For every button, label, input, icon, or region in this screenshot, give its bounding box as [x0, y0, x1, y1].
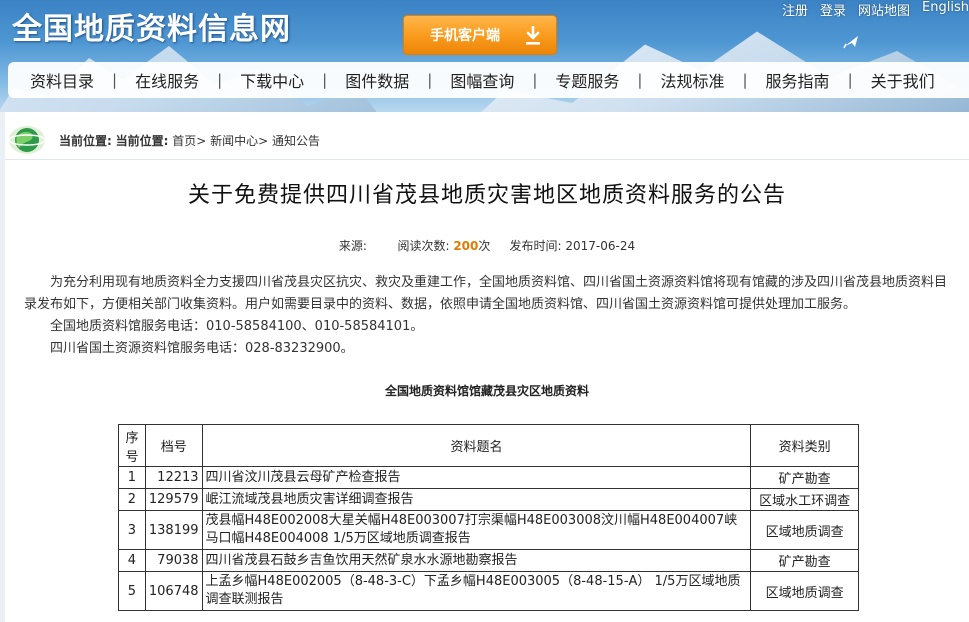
source-label: 来源: — [338, 239, 367, 253]
cell-id: 12213 — [144, 466, 203, 489]
reads-unit: 次 — [478, 239, 491, 253]
nav-item-download[interactable]: 下载中心 — [240, 68, 304, 92]
publish-date: 2017-06-24 — [565, 239, 636, 253]
col-header-title: 资料题名 — [201, 424, 752, 467]
cell-title: 四川省汶川茂县云母矿产检查报告 — [201, 466, 752, 489]
cell-type: 区域地质调查 — [750, 510, 859, 550]
nav-separator: | — [637, 71, 643, 89]
cell-id: 79038 — [144, 549, 203, 572]
table-row: 3 138199 茂县幅H48E002008大星关幅H48E003007打宗渠幅… — [118, 510, 859, 550]
nav-item-map-data[interactable]: 图件数据 — [345, 68, 409, 92]
article-paragraph: 为充分利用现有地质资料全力支援四川省茂县灾区抗灾、救灾及重建工作，全国地质资料馆… — [24, 275, 948, 312]
data-table: 序号 档号 资料题名 资料类别 1 12213 四川省汶川茂县云母矿产检查报告 … — [118, 424, 859, 611]
nav-item-online-service[interactable]: 在线服务 — [135, 68, 199, 92]
english-link[interactable]: English — [922, 0, 969, 18]
reads-count: 200 — [453, 239, 479, 253]
nav-item-about[interactable]: 关于我们 — [871, 68, 935, 92]
mobile-client-button[interactable]: 手机客户端 — [403, 15, 557, 55]
cell-no: 1 — [118, 466, 146, 489]
nav-separator: | — [112, 71, 118, 89]
breadcrumb: 当前位置: 当前位置: 首页> 新闻中心> 通知公告 — [59, 132, 320, 149]
main-nav: 资料目录 | 在线服务 | 下载中心 | 图件数据 | 图幅查询 | 专题服务 … — [8, 62, 969, 98]
cell-id: 138199 — [144, 510, 203, 550]
cell-no: 4 — [118, 549, 146, 572]
table-header-row: 序号 档号 资料题名 资料类别 — [118, 424, 859, 467]
sichuan-phone: 四川省国土资源资料馆服务电话：028-83232900。 — [50, 341, 354, 356]
nav-item-catalog[interactable]: 资料目录 — [30, 68, 94, 92]
col-header-no: 序号 — [118, 424, 146, 467]
breadcrumb-label-2: 当前位置: — [115, 134, 169, 148]
register-link[interactable]: 注册 — [782, 0, 808, 19]
download-icon — [526, 26, 540, 45]
globe-icon — [8, 126, 46, 154]
cell-no: 2 — [118, 488, 146, 511]
cell-title: 四川省茂县石鼓乡吉鱼饮用天然矿泉水水源地勘察报告 — [201, 549, 752, 572]
table-caption: 全国地质资料馆馆藏茂县灾区地质资料 — [384, 384, 589, 398]
cell-type: 区域地质调查 — [750, 571, 859, 611]
nav-item-regulations[interactable]: 法规标准 — [660, 68, 724, 92]
nav-item-sheet-query[interactable]: 图幅查询 — [450, 68, 514, 92]
mobile-client-label: 手机客户端 — [430, 28, 500, 44]
national-phone: 全国地质资料馆服务电话：010-58584100、010-58584101。 — [50, 319, 424, 334]
article-body: 为充分利用现有地质资料全力支援四川省茂县灾区抗灾、救灾及重建工作，全国地质资料馆… — [24, 272, 959, 360]
cell-type: 矿产勘查 — [750, 549, 859, 572]
top-links: 注册 登录 网站地图 English — [782, 0, 969, 19]
cell-no: 5 — [118, 571, 146, 611]
nav-item-topics[interactable]: 专题服务 — [555, 68, 619, 92]
col-header-type: 资料类别 — [750, 424, 859, 467]
cell-no: 3 — [118, 510, 146, 550]
plane-icon — [843, 36, 858, 49]
nav-separator: | — [847, 71, 853, 89]
date-label: 发布时间: — [509, 239, 562, 253]
nav-separator: | — [427, 71, 433, 89]
article-title: 关于免费提供四川省茂县地质灾害地区地质资料服务的公告 — [187, 183, 786, 208]
reads-label: 阅读次数: — [397, 239, 450, 253]
cell-id: 129579 — [144, 488, 203, 511]
table-row: 4 79038 四川省茂县石鼓乡吉鱼饮用天然矿泉水水源地勘察报告 矿产勘查 — [118, 549, 859, 572]
breadcrumb-bar: 当前位置: 当前位置: 首页> 新闻中心> 通知公告 — [5, 122, 969, 160]
cell-type: 区域水工环调查 — [750, 488, 859, 511]
table-row: 5 106748 上孟乡幅H48E002005（8-48-3-C）下孟乡幅H48… — [118, 571, 859, 611]
nav-separator: | — [217, 71, 223, 89]
cell-type: 矿产勘查 — [750, 466, 859, 489]
col-header-id: 档号 — [144, 424, 203, 467]
nav-separator: | — [322, 71, 328, 89]
site-header: 全国地质资料信息网 手机客户端 注册 登录 网站地图 English 资料目录 … — [0, 0, 969, 112]
article-meta: 来源: 阅读次数: 200次 发布时间: 2017-06-24 — [5, 237, 969, 254]
cell-title: 茂县幅H48E002008大星关幅H48E003007打宗渠幅H48E00300… — [201, 510, 752, 550]
login-link[interactable]: 登录 — [820, 0, 846, 19]
nav-item-guide[interactable]: 服务指南 — [766, 68, 830, 92]
sitemap-link[interactable]: 网站地图 — [858, 0, 910, 19]
nav-separator: | — [742, 71, 748, 89]
cell-id: 106748 — [144, 571, 203, 611]
site-title[interactable]: 全国地质资料信息网 — [12, 4, 291, 47]
breadcrumb-label: 当前位置: — [59, 134, 112, 148]
table-row: 1 12213 四川省汶川茂县云母矿产检查报告 矿产勘查 — [118, 466, 859, 489]
cell-title: 上孟乡幅H48E002005（8-48-3-C）下孟乡幅H48E003005（8… — [201, 571, 752, 611]
breadcrumb-path[interactable]: 首页> 新闻中心> 通知公告 — [172, 134, 320, 148]
cell-title: 岷江流域茂县地质灾害详细调查报告 — [201, 488, 752, 511]
table-row: 2 129579 岷江流域茂县地质灾害详细调查报告 区域水工环调查 — [118, 488, 859, 511]
content-panel: 当前位置: 当前位置: 首页> 新闻中心> 通知公告 关于免费提供四川省茂县地质… — [5, 112, 969, 622]
nav-separator: | — [532, 71, 538, 89]
